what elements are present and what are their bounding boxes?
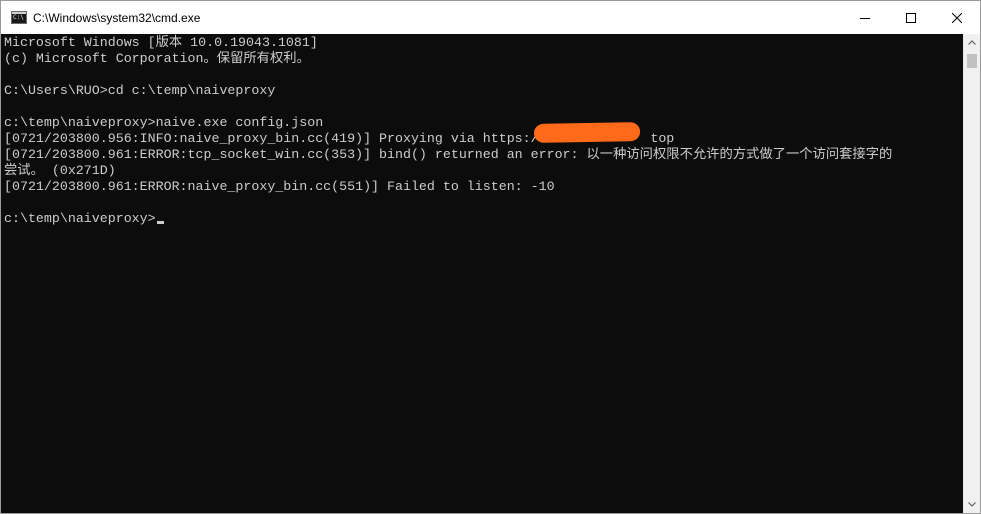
caption-buttons bbox=[842, 1, 980, 34]
scroll-up-icon bbox=[968, 40, 976, 45]
close-button[interactable] bbox=[934, 1, 980, 34]
console-line: c:\temp\naiveproxy>naive.exe config.json bbox=[4, 115, 324, 130]
minimize-icon bbox=[860, 17, 870, 19]
window-title: C:\Windows\system32\cmd.exe bbox=[33, 10, 201, 25]
redaction-mark bbox=[533, 122, 641, 143]
cmd-icon[interactable] bbox=[11, 11, 27, 24]
text-cursor bbox=[156, 221, 164, 224]
console-output[interactable]: Microsoft Windows [版本 10.0.19043.1081] (… bbox=[1, 34, 963, 513]
scroll-down-icon bbox=[968, 502, 976, 507]
console-line: [0721/203800.956:INFO:naive_proxy_bin.cc… bbox=[4, 131, 675, 146]
console-lines: Microsoft Windows [版本 10.0.19043.1081] (… bbox=[4, 35, 892, 227]
console-line: 尝试。 (0x271D) bbox=[4, 163, 116, 178]
scroll-thumb[interactable] bbox=[967, 54, 977, 68]
console-line: C:\Users\RUO>cd c:\temp\naiveproxy bbox=[4, 83, 276, 98]
console-line: (c) Microsoft Corporation。保留所有权利。 bbox=[4, 51, 310, 66]
title-bar[interactable]: C:\Windows\system32\cmd.exe bbox=[1, 1, 980, 34]
scroll-up-button[interactable] bbox=[964, 34, 980, 51]
close-icon bbox=[952, 12, 962, 23]
console-line: [0721/203800.961:ERROR:tcp_socket_win.cc… bbox=[4, 147, 893, 162]
console-prompt-line[interactable]: c:\temp\naiveproxy> bbox=[4, 211, 892, 227]
minimize-button[interactable] bbox=[842, 1, 888, 34]
console-prompt: c:\temp\naiveproxy> bbox=[4, 211, 156, 226]
vertical-scrollbar[interactable] bbox=[963, 34, 980, 513]
console-line: Microsoft Windows [版本 10.0.19043.1081] bbox=[4, 35, 318, 50]
cmd-window: C:\Windows\system32\cmd.exe Micr bbox=[0, 0, 981, 514]
console-line: [0721/203800.961:ERROR:naive_proxy_bin.c… bbox=[4, 179, 555, 194]
maximize-button[interactable] bbox=[888, 1, 934, 34]
scroll-down-button[interactable] bbox=[964, 496, 980, 513]
maximize-icon bbox=[906, 12, 916, 23]
